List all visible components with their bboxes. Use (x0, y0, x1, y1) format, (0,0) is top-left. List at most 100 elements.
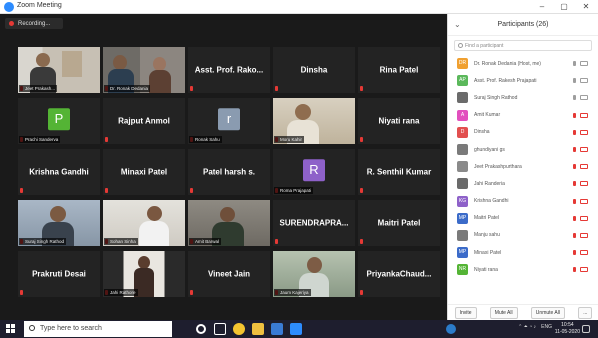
chevron-down-icon[interactable]: ⌄ (454, 14, 461, 36)
video-tile[interactable]: Rajput Anmol (103, 98, 185, 144)
participant-label: Ronak Sahu (189, 136, 222, 143)
video-tile[interactable]: Vineet Jain (188, 251, 270, 297)
avatar: KG (457, 195, 468, 207)
minimize-button[interactable]: – (534, 1, 550, 13)
microphone-icon[interactable] (573, 250, 576, 256)
taskbar-clock[interactable]: 10:54 11-05-2020 (555, 322, 580, 336)
participant-row[interactable]: DR Dr. Ronak Dedania (Host, me) (448, 55, 598, 72)
camera-icon[interactable] (580, 61, 588, 66)
camera-icon[interactable] (580, 215, 588, 221)
invite-button[interactable]: Invite (454, 306, 477, 319)
video-tile[interactable]: Minaxi Patel (103, 149, 185, 195)
tray-icons[interactable]: ⌃ ⏶ ◔ ♪ (518, 324, 536, 330)
video-tile[interactable]: Moru Kahir (273, 98, 355, 144)
video-tile[interactable]: P Prachi Sanderva (18, 98, 100, 144)
microphone-icon[interactable] (573, 61, 576, 66)
store-icon[interactable] (271, 323, 283, 335)
windows-start-icon[interactable] (6, 324, 16, 334)
video-tile[interactable]: SURENDRAPRA... (273, 200, 355, 246)
camera-icon[interactable] (580, 95, 588, 101)
video-tile[interactable]: Patel harsh s. (188, 149, 270, 195)
video-tile[interactable]: Sohan Sinha (103, 200, 185, 246)
maximize-button[interactable]: ▢ (556, 1, 572, 13)
camera-icon[interactable] (580, 164, 588, 170)
chrome-icon[interactable] (233, 323, 245, 335)
video-tile[interactable]: Rina Patel (358, 47, 440, 93)
participant-row[interactable]: Jahi Randeria (448, 175, 598, 192)
taskbar-search-input[interactable]: Type here to search (24, 321, 172, 337)
people-icon[interactable] (446, 324, 456, 334)
video-tile[interactable]: Dinsha (273, 47, 355, 93)
video-tile[interactable]: Prakruti Desai (18, 251, 100, 297)
microphone-icon[interactable] (573, 112, 576, 118)
microphone-icon[interactable] (573, 78, 576, 84)
search-icon (458, 43, 463, 48)
video-tile[interactable]: PriyankaChaud... (358, 251, 440, 297)
camera-icon[interactable] (580, 267, 588, 273)
video-tile[interactable]: Dr. Ronak Dedania (103, 47, 185, 93)
video-tile[interactable]: Krishna Gandhi (18, 149, 100, 195)
file-explorer-icon[interactable] (252, 323, 264, 335)
more-options-button[interactable]: ... (578, 306, 593, 319)
avatar: D (457, 126, 468, 138)
microphone-icon[interactable] (573, 129, 576, 135)
microphone-icon[interactable] (573, 181, 576, 187)
mic-muted-icon (190, 290, 193, 295)
camera-icon[interactable] (580, 250, 588, 256)
avatar: MP (457, 212, 468, 224)
close-button[interactable]: ✕ (578, 1, 594, 13)
participant-row[interactable]: AP Asst. Prof. Rakesh Prajapati (448, 72, 598, 89)
language-indicator[interactable]: ENG (541, 324, 552, 330)
camera-icon[interactable] (580, 198, 588, 204)
participant-row[interactable]: NR Niyati rana (448, 261, 598, 278)
video-tile[interactable]: Jeet Prakash... (18, 47, 100, 93)
participant-label: Moru Kahir (274, 136, 305, 143)
microphone-icon[interactable] (573, 164, 576, 170)
mute-all-button[interactable]: Mute All (489, 306, 518, 319)
recording-indicator[interactable]: Recording... (5, 18, 63, 29)
camera-icon[interactable] (580, 129, 588, 135)
participant-name: R. Senthil Kumar (366, 167, 432, 177)
participant-row[interactable]: A Amit Kumar (448, 107, 598, 124)
video-tile[interactable]: R. Senthil Kumar (358, 149, 440, 195)
camera-icon[interactable] (580, 146, 588, 152)
camera-icon[interactable] (580, 232, 588, 238)
microphone-icon[interactable] (573, 232, 576, 238)
participant-name: Suraj Singh Rathod (474, 94, 518, 101)
participant-label: Prachi Sanderva (19, 136, 61, 143)
participant-row[interactable]: D Dinsha (448, 124, 598, 141)
microphone-icon[interactable] (573, 146, 576, 152)
video-tile[interactable]: Niyati rana (358, 98, 440, 144)
mic-muted-icon (275, 86, 278, 91)
search-icon (29, 325, 35, 331)
camera-icon[interactable] (580, 112, 588, 118)
microphone-icon[interactable] (573, 267, 576, 273)
video-tile[interactable]: r Ronak Sahu (188, 98, 270, 144)
participant-row[interactable]: ghundiyani gs (448, 141, 598, 158)
task-view-icon[interactable] (214, 323, 226, 335)
video-tile[interactable]: Asst. Prof. Rako... (188, 47, 270, 93)
cortana-icon[interactable] (196, 324, 206, 334)
video-tile[interactable]: Jaum Kajeriya (273, 251, 355, 297)
camera-icon[interactable] (580, 181, 588, 187)
participant-list: DR Dr. Ronak Dedania (Host, me) AP Asst. Pr… (448, 55, 598, 278)
unmute-all-button[interactable]: Unmute All (530, 306, 565, 319)
video-tile[interactable]: Maitri Patel (358, 200, 440, 246)
camera-icon[interactable] (580, 78, 588, 84)
participant-search-input[interactable]: Find a participant (454, 40, 592, 51)
video-tile[interactable]: Amit Barwal (188, 200, 270, 246)
participant-row[interactable]: MP Maitri Patel (448, 210, 598, 227)
video-tile[interactable]: Jahi Rathore (103, 251, 185, 297)
participant-row[interactable]: Jeet Prakashpurthara (448, 158, 598, 175)
notifications-icon[interactable] (582, 325, 590, 333)
microphone-icon[interactable] (573, 198, 576, 204)
video-tile[interactable]: R Roma Prajapati (273, 149, 355, 195)
video-tile-active-speaker[interactable]: Suraj Singh Rathod (18, 200, 100, 246)
zoom-taskbar-icon[interactable] (290, 323, 302, 335)
microphone-icon[interactable] (573, 95, 576, 101)
participant-row[interactable]: KG Krishna Gandhi (448, 193, 598, 210)
microphone-icon[interactable] (573, 215, 576, 221)
participant-row[interactable]: Suraj Singh Rathod (448, 89, 598, 106)
participant-row[interactable]: Manju sahu (448, 227, 598, 244)
participant-row[interactable]: MP Minaxi Patel (448, 244, 598, 261)
